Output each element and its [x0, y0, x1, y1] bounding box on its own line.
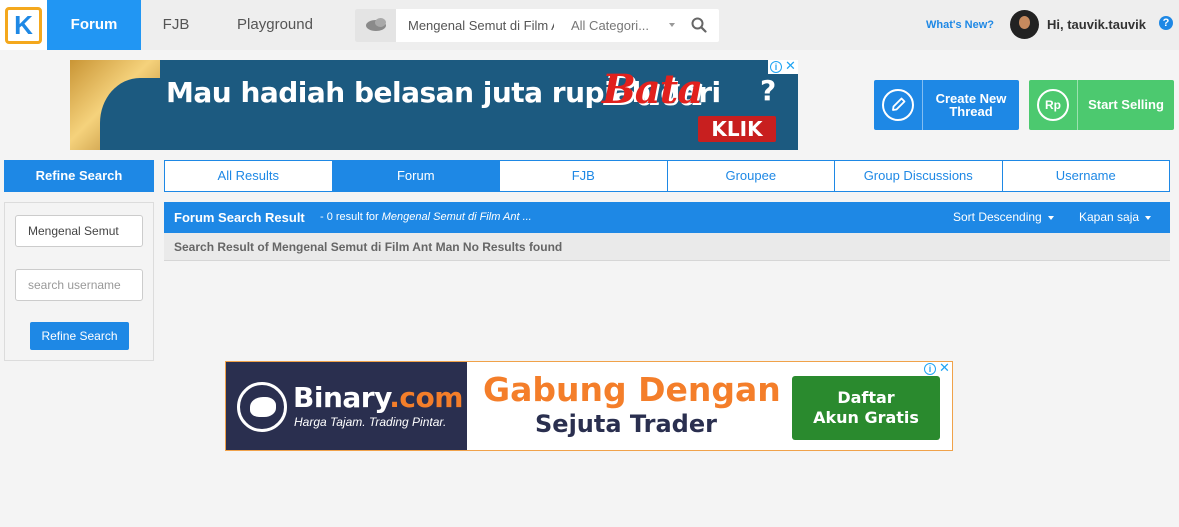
ad-subline: Sejuta Trader	[535, 410, 717, 438]
result-count: - 0 result for Mengenal Semut di Film An…	[320, 211, 532, 223]
start-selling-label: Start Selling	[1088, 97, 1164, 112]
tab-groupee[interactable]: Groupee	[668, 161, 835, 191]
no-results-message: Search Result of Mengenal Semut di Film …	[164, 233, 1170, 261]
ad-choices: i ✕	[922, 362, 952, 376]
tab-all-results[interactable]: All Results	[165, 161, 333, 191]
close-icon[interactable]: ✕	[939, 362, 950, 375]
time-filter-dropdown[interactable]: Kapan saja	[1079, 210, 1152, 224]
refine-search-panel: Refine Search	[4, 202, 154, 361]
ad-klik-button[interactable]: KLIK	[698, 116, 776, 142]
kaskus-logo[interactable]: K	[0, 0, 47, 50]
result-header: Forum Search Result - 0 result for Menge…	[164, 202, 1170, 233]
close-icon[interactable]: ✕	[785, 60, 796, 73]
logo-icon: K	[5, 7, 42, 44]
ad-question-mark: ?	[760, 74, 777, 107]
info-icon[interactable]: i	[770, 61, 782, 73]
bull-logo-icon	[237, 382, 287, 432]
pencil-icon	[882, 89, 914, 121]
avatar[interactable]	[1010, 10, 1039, 39]
result-title: Forum Search Result	[174, 210, 305, 225]
category-select[interactable]: All Categori...	[571, 9, 681, 42]
ad-brand-panel: Binary.com Harga Tajam. Trading Pintar.	[226, 362, 467, 450]
tab-forum[interactable]: Forum	[332, 161, 500, 191]
ad-brand: Bata	[602, 66, 703, 113]
tab-fjb[interactable]: FJB	[500, 161, 668, 191]
search-bar: All Categori...	[355, 9, 719, 42]
tab-group-discussions[interactable]: Group Discussions	[835, 161, 1003, 191]
binary-ad[interactable]: Binary.com Harga Tajam. Trading Pintar. …	[225, 361, 953, 451]
nav-fjb[interactable]: FJB	[141, 0, 211, 50]
create-thread-label: Create New Thread	[935, 91, 1007, 119]
username-search-input[interactable]	[15, 269, 143, 301]
ad-signup-button[interactable]: Daftar Akun Gratis	[792, 376, 940, 440]
whats-new-link[interactable]: What's New?	[926, 19, 994, 31]
chevron-down-icon	[1047, 215, 1054, 220]
chevron-down-icon	[1145, 215, 1152, 220]
tab-username[interactable]: Username	[1003, 161, 1170, 191]
chevron-down-icon	[669, 23, 675, 27]
user-greeting[interactable]: Hi, tauvik.tauvik	[1047, 17, 1146, 32]
refine-search-button[interactable]: Refine Search	[30, 322, 129, 350]
sort-dropdown[interactable]: Sort Descending	[953, 210, 1054, 224]
ad-choices: i ✕	[768, 60, 798, 74]
nav-playground[interactable]: Playground	[211, 0, 339, 50]
info-icon[interactable]: i	[924, 363, 936, 375]
result-tabs: All Results Forum FJB Groupee Group Disc…	[164, 160, 1170, 192]
top-navbar: K Forum FJB Playground All Categori... W…	[0, 0, 1179, 50]
help-icon[interactable]: ?	[1159, 16, 1173, 30]
ad-headline: Gabung Dengan	[483, 370, 781, 409]
result-query: Mengenal Semut di Film Ant ...	[381, 211, 532, 223]
search-icon[interactable]	[691, 17, 707, 33]
chat-bubble-icon[interactable]	[355, 9, 396, 42]
nav-forum[interactable]: Forum	[47, 0, 141, 50]
create-thread-button[interactable]: Create New Thread	[874, 80, 1019, 130]
refine-search-title: Refine Search	[4, 160, 154, 192]
ad-brand-name: Binary.com	[293, 381, 463, 414]
search-input[interactable]	[396, 9, 554, 42]
start-selling-button[interactable]: Rp Start Selling	[1029, 80, 1174, 130]
banner-ad[interactable]: Mau hadiah belasan juta rupiah dari Bata…	[70, 60, 798, 150]
ad-tagline: Harga Tajam. Trading Pintar.	[294, 415, 447, 429]
rupiah-icon: Rp	[1037, 89, 1069, 121]
refine-query-input[interactable]	[15, 215, 143, 247]
ad-decoration	[70, 60, 180, 150]
